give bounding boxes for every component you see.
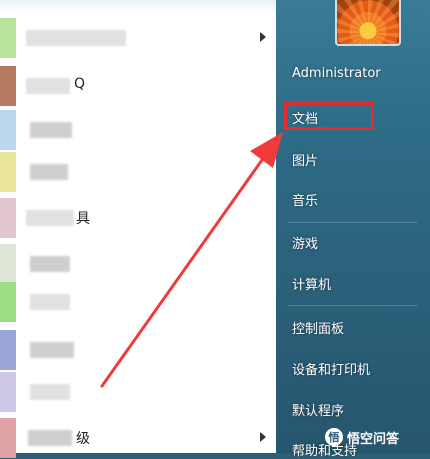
- programs-panel: Q 具 级: [0, 0, 277, 458]
- flower-icon: [337, 0, 399, 44]
- program-item-9[interactable]: [0, 372, 276, 412]
- blurred-label: [26, 210, 74, 226]
- program-icon: [0, 198, 16, 238]
- program-item-4[interactable]: [0, 152, 276, 192]
- blurred-label: [30, 294, 70, 310]
- watermark-text: 悟空问答: [347, 431, 400, 447]
- program-item-8[interactable]: [0, 330, 276, 370]
- program-icon: [0, 66, 16, 106]
- program-item-5[interactable]: 具: [0, 198, 276, 238]
- blurred-label: [30, 384, 70, 400]
- program-label: Q: [74, 76, 86, 92]
- submenu-arrow-icon: [260, 32, 266, 42]
- blurred-label: [30, 122, 72, 138]
- program-icon: [0, 152, 16, 192]
- separator: [288, 305, 418, 306]
- program-icon: [0, 110, 16, 150]
- top-strip: [0, 0, 276, 14]
- program-icon: [0, 18, 16, 58]
- watermark: 悟 悟空问答: [325, 424, 430, 450]
- blurred-label: [30, 256, 70, 272]
- program-icon: [0, 372, 16, 412]
- menu-games[interactable]: 游戏: [292, 233, 318, 252]
- program-item-2[interactable]: Q: [0, 66, 276, 106]
- user-name-link[interactable]: Administrator: [292, 66, 381, 81]
- submenu-arrow-icon: [260, 432, 266, 442]
- program-icon: [0, 330, 16, 370]
- blurred-label: [26, 78, 70, 94]
- menu-pictures[interactable]: 图片: [292, 150, 318, 169]
- menu-music[interactable]: 音乐: [292, 190, 318, 209]
- blurred-label: [26, 30, 126, 46]
- menu-devices-printers[interactable]: 设备和打印机: [292, 359, 370, 378]
- program-icon: [0, 282, 16, 322]
- program-item-10[interactable]: 级: [0, 418, 276, 458]
- program-label: 具: [76, 211, 90, 227]
- separator: [288, 222, 418, 223]
- blurred-label: [28, 430, 72, 446]
- program-item-6[interactable]: [0, 244, 276, 284]
- blurred-label: [30, 164, 68, 180]
- menu-control-panel[interactable]: 控制面板: [292, 318, 344, 337]
- program-label: 级: [76, 431, 90, 447]
- program-item-7[interactable]: [0, 282, 276, 322]
- menu-computer[interactable]: 计算机: [292, 274, 331, 293]
- program-item-3[interactable]: [0, 110, 276, 150]
- documents-highlight-box: [284, 102, 374, 130]
- blurred-label: [30, 342, 74, 358]
- menu-default-programs[interactable]: 默认程序: [292, 400, 344, 419]
- program-icon: [0, 418, 16, 458]
- user-avatar[interactable]: [335, 0, 401, 46]
- program-icon: [0, 244, 16, 284]
- program-item-1[interactable]: [0, 18, 276, 58]
- watermark-logo-icon: 悟: [325, 428, 343, 446]
